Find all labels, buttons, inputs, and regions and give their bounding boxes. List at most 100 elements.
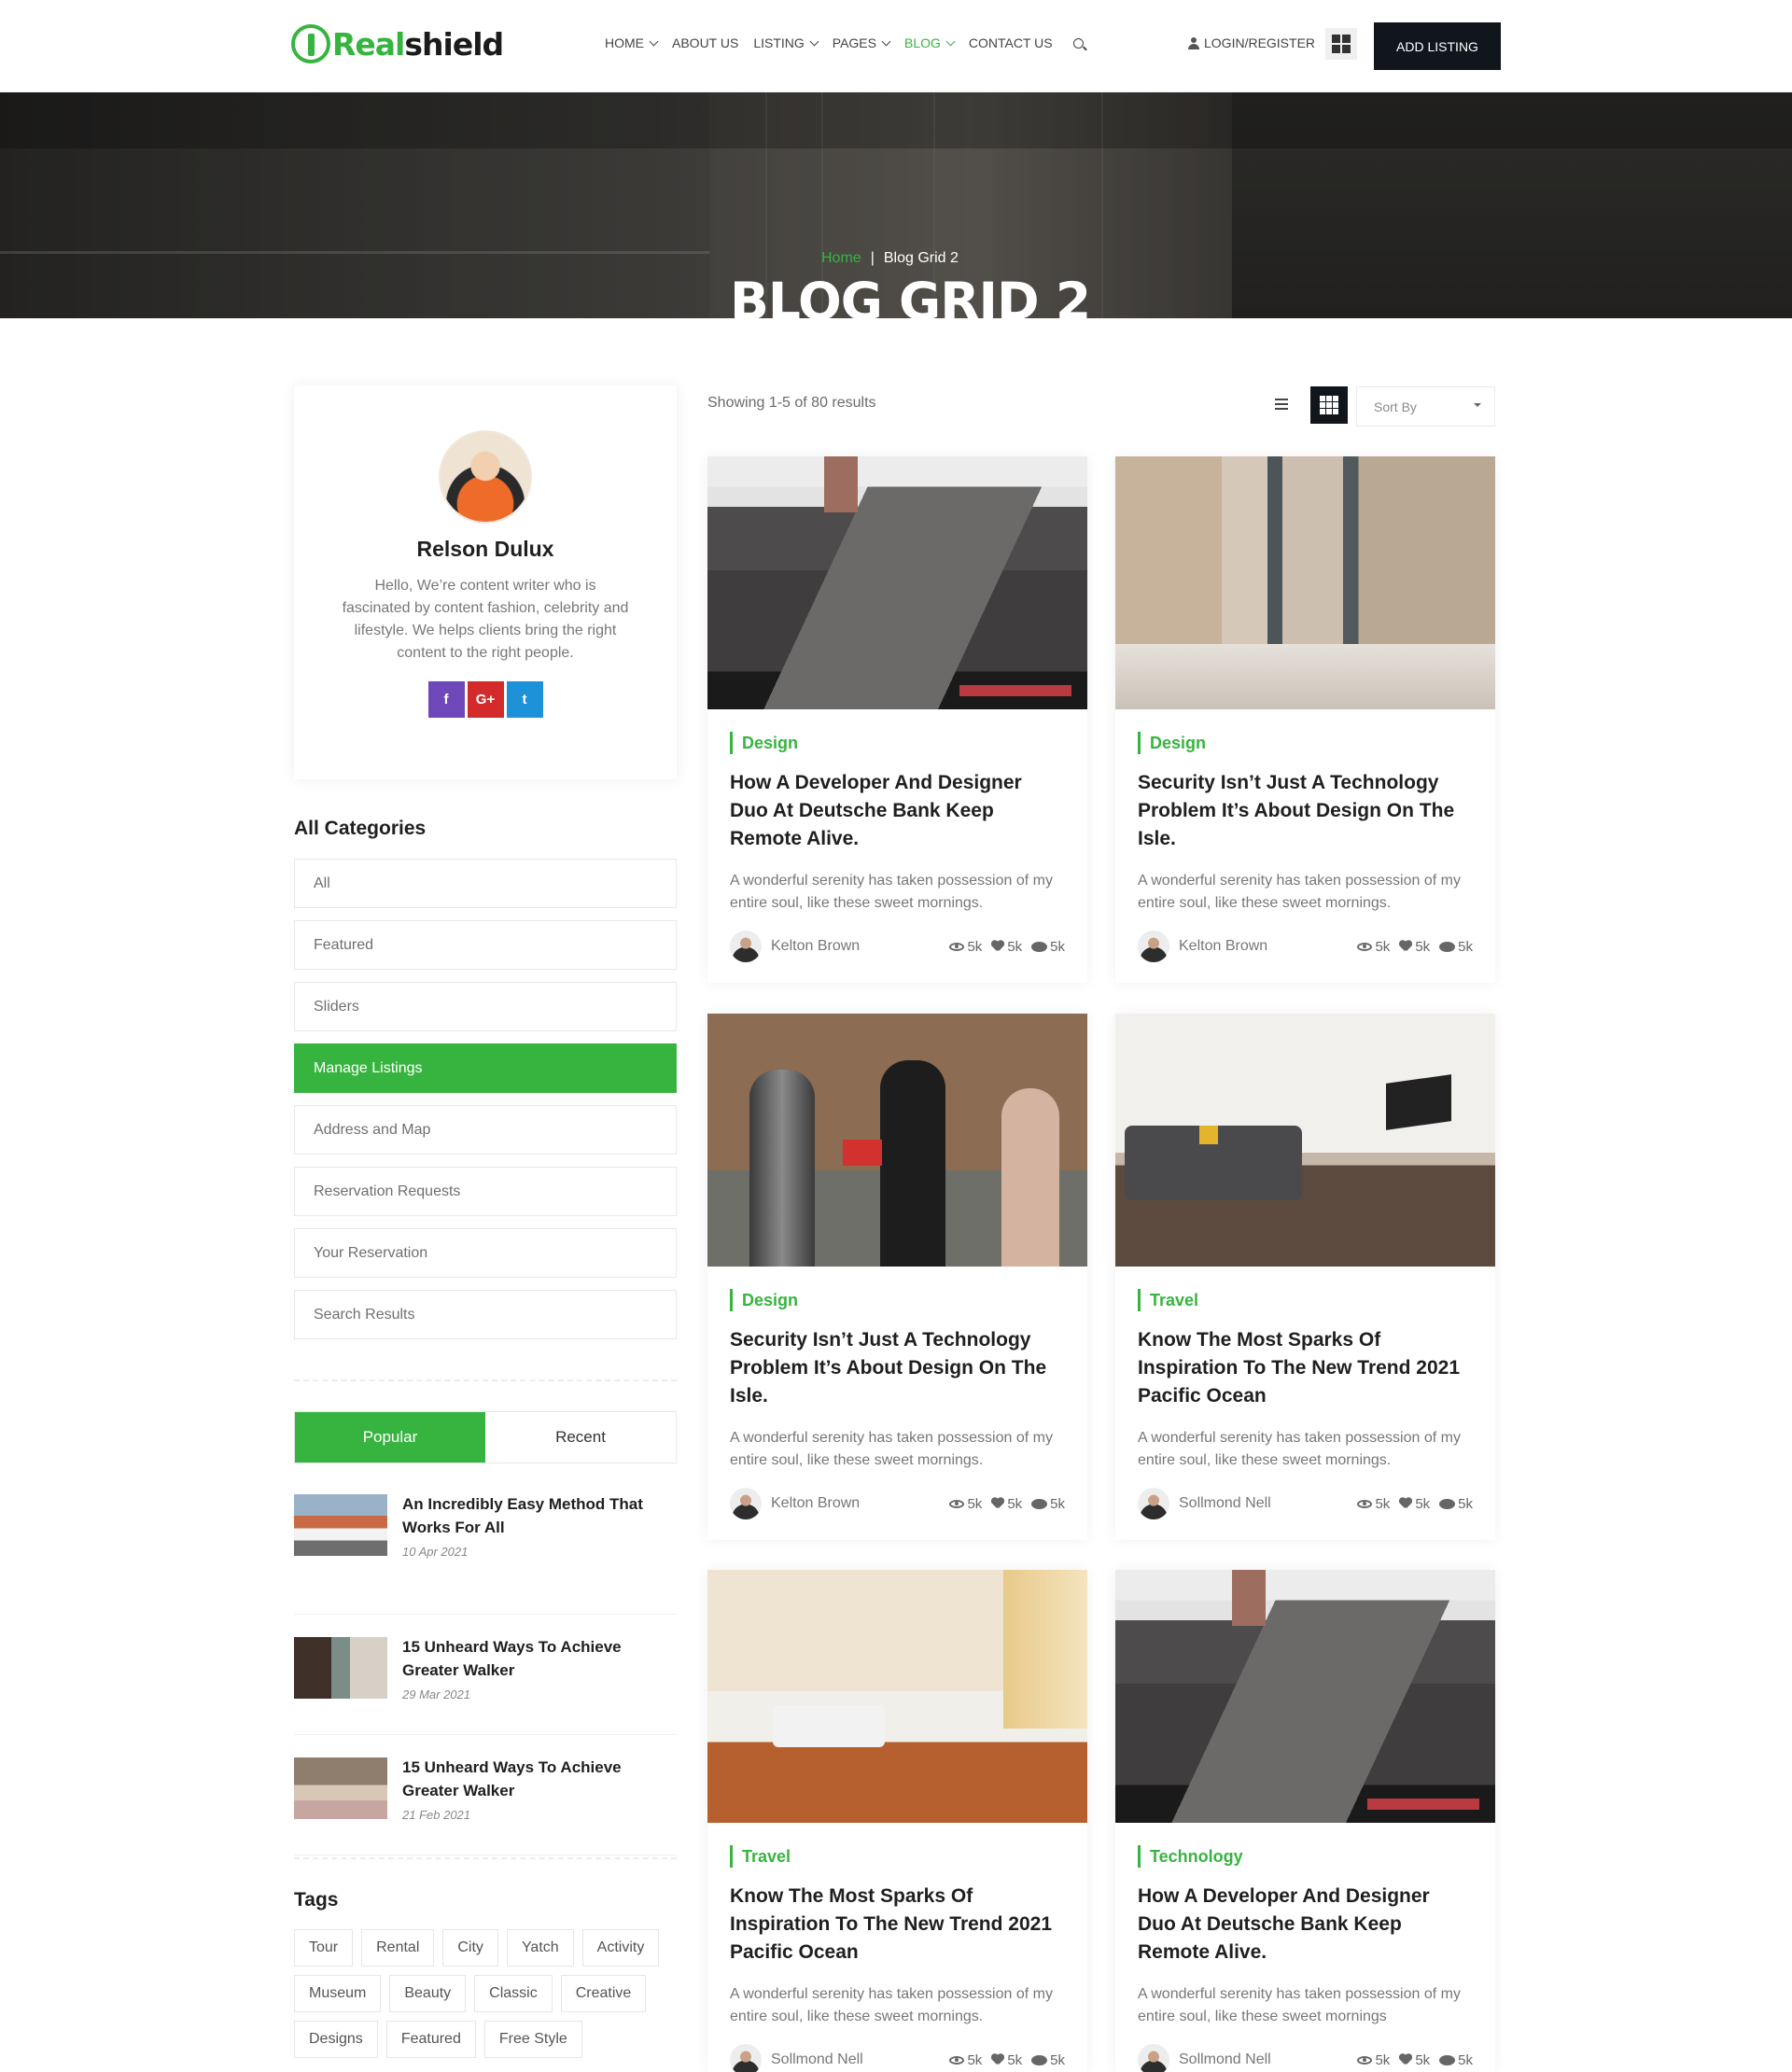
card-author[interactable]: Kelton Brown	[1179, 938, 1348, 955]
tag-item[interactable]: Designs	[294, 2021, 378, 2058]
tag-item[interactable]: City	[442, 1929, 498, 1967]
card-title[interactable]: Security Isn’t Just A Technology Problem…	[730, 1326, 1065, 1410]
blog-card[interactable]: Travel Know The Most Sparks Of Inspirati…	[1115, 1014, 1495, 1540]
post-thumbnail[interactable]	[294, 1637, 387, 1699]
add-listing-button[interactable]: ADD LISTING	[1374, 22, 1501, 70]
nav-pages[interactable]: PAGES	[833, 35, 891, 50]
chevron-down-icon	[881, 36, 891, 46]
card-title[interactable]: How A Developer And Designer Duo At Deut…	[730, 769, 1065, 853]
category-manage-listings[interactable]: Manage Listings	[294, 1043, 677, 1093]
tag-item[interactable]: Creative	[560, 1975, 647, 2012]
card-image[interactable]	[1115, 1570, 1495, 1823]
tab-popular[interactable]: Popular	[295, 1412, 485, 1463]
tag-item[interactable]: Free Style	[483, 2021, 582, 2058]
card-category[interactable]: Design	[730, 732, 1065, 754]
tag-item[interactable]: Yatch	[506, 1929, 574, 1967]
tag-item[interactable]: Classic	[474, 1975, 553, 2012]
category-your-reservation[interactable]: Your Reservation	[294, 1228, 677, 1278]
avatar	[1138, 2044, 1169, 2072]
card-image[interactable]	[707, 456, 1087, 709]
comments-icon	[1031, 1498, 1048, 1509]
eye-icon	[1357, 942, 1373, 951]
breadcrumb-current: Blog Grid 2	[883, 250, 959, 266]
divider	[294, 1379, 677, 1381]
login-register-link[interactable]: LOGIN/REGISTER	[1188, 35, 1315, 50]
social-links: f G+ t	[294, 681, 677, 718]
site-header: Realshield HOME ABOUT US LISTING PAGES B…	[0, 0, 1792, 92]
grid-view-button[interactable]	[1310, 386, 1348, 424]
sidebar-post[interactable]: 15 Unheard Ways To Achieve Greater Walke…	[294, 1615, 677, 1735]
dashboard-grid-button[interactable]	[1325, 28, 1357, 60]
category-all[interactable]: All	[294, 859, 677, 908]
card-title[interactable]: How A Developer And Designer Duo At Deut…	[1138, 1883, 1473, 1967]
nav-listing[interactable]: LISTING	[753, 35, 819, 50]
breadcrumb-home[interactable]: Home	[821, 250, 861, 267]
google-plus-icon[interactable]: G+	[467, 681, 504, 718]
tag-cloud: Tour Rental City Yatch Activity Museum B…	[294, 1929, 677, 2058]
card-category[interactable]: Design	[1138, 732, 1473, 754]
nav-contact[interactable]: CONTACT US	[969, 35, 1053, 50]
comments-count: 5k	[1050, 1495, 1065, 1512]
tag-item[interactable]: Beauty	[389, 1975, 467, 2012]
category-address-map[interactable]: Address and Map	[294, 1105, 677, 1155]
post-thumbnail[interactable]	[294, 1757, 387, 1819]
blog-card[interactable]: Design Security Isn’t Just A Technology …	[707, 1014, 1087, 1540]
twitter-icon[interactable]: t	[506, 681, 543, 718]
post-title[interactable]: 15 Unheard Ways To Achieve Greater Walke…	[402, 1635, 677, 1682]
comments-count: 5k	[1050, 938, 1065, 955]
comments-icon	[1439, 941, 1456, 952]
card-author[interactable]: Kelton Brown	[771, 1495, 940, 1512]
post-title[interactable]: 15 Unheard Ways To Achieve Greater Walke…	[402, 1756, 677, 1802]
sort-select[interactable]: Sort By	[1356, 386, 1495, 427]
card-category[interactable]: Travel	[1138, 1289, 1473, 1311]
card-category[interactable]: Technology	[1138, 1845, 1473, 1868]
card-author[interactable]: Kelton Brown	[771, 938, 940, 955]
card-image[interactable]	[1115, 1014, 1495, 1267]
post-thumbnail[interactable]	[294, 1494, 387, 1556]
blog-card[interactable]: Design Security Isn’t Just A Technology …	[1115, 456, 1495, 983]
sidebar-post[interactable]: An Incredibly Easy Method That Works For…	[294, 1494, 677, 1615]
blog-card[interactable]: Travel Know The Most Sparks Of Inspirati…	[707, 1570, 1087, 2072]
likes-count: 5k	[1007, 938, 1023, 955]
list-view-icon[interactable]	[1275, 399, 1288, 410]
card-category[interactable]: Travel	[730, 1845, 1065, 1868]
card-title[interactable]: Security Isn’t Just A Technology Problem…	[1138, 769, 1473, 853]
category-search-results[interactable]: Search Results	[294, 1290, 677, 1339]
blog-card[interactable]: Technology How A Developer And Designer …	[1115, 1570, 1495, 2072]
tab-recent[interactable]: Recent	[485, 1412, 676, 1463]
category-sliders[interactable]: Sliders	[294, 982, 677, 1031]
blog-card[interactable]: Design How A Developer And Designer Duo …	[707, 456, 1087, 983]
tag-item[interactable]: Tour	[294, 1929, 354, 1967]
results-count: Showing 1-5 of 80 results	[707, 395, 876, 411]
nav-about[interactable]: ABOUT US	[672, 35, 738, 50]
card-category[interactable]: Design	[730, 1289, 1065, 1311]
heart-icon	[1399, 2054, 1412, 2065]
sidebar-post[interactable]: 15 Unheard Ways To Achieve Greater Walke…	[294, 1735, 677, 1855]
nav-blog[interactable]: BLOG	[904, 35, 956, 50]
category-featured[interactable]: Featured	[294, 920, 677, 970]
tag-item[interactable]: Activity	[581, 1929, 660, 1967]
card-image[interactable]	[707, 1570, 1087, 1823]
chevron-down-icon	[809, 36, 819, 46]
comments-count: 5k	[1050, 2051, 1065, 2068]
tag-item[interactable]: Museum	[294, 1975, 382, 2012]
nav-home[interactable]: HOME	[605, 35, 659, 50]
facebook-icon[interactable]: f	[427, 681, 465, 718]
tag-item[interactable]: Featured	[385, 2021, 476, 2058]
logo[interactable]: Realshield	[291, 24, 504, 63]
card-image[interactable]	[1115, 456, 1495, 709]
card-title[interactable]: Know The Most Sparks Of Inspiration To T…	[730, 1883, 1065, 1967]
search-icon[interactable]	[1072, 37, 1084, 49]
card-author[interactable]: Sollmond Nell	[1179, 2051, 1348, 2068]
card-author[interactable]: Sollmond Nell	[1179, 1495, 1348, 1512]
heart-icon	[1399, 941, 1412, 952]
tag-item[interactable]: Rental	[361, 1929, 435, 1967]
card-title[interactable]: Know The Most Sparks Of Inspiration To T…	[1138, 1326, 1473, 1410]
comments-count: 5k	[1458, 2051, 1473, 2068]
card-author[interactable]: Sollmond Nell	[771, 2051, 940, 2068]
user-icon	[1188, 36, 1199, 49]
post-title[interactable]: An Incredibly Easy Method That Works For…	[402, 1492, 677, 1539]
category-reservation-requests[interactable]: Reservation Requests	[294, 1167, 677, 1216]
heart-icon	[1399, 1498, 1412, 1509]
card-image[interactable]	[707, 1014, 1087, 1267]
